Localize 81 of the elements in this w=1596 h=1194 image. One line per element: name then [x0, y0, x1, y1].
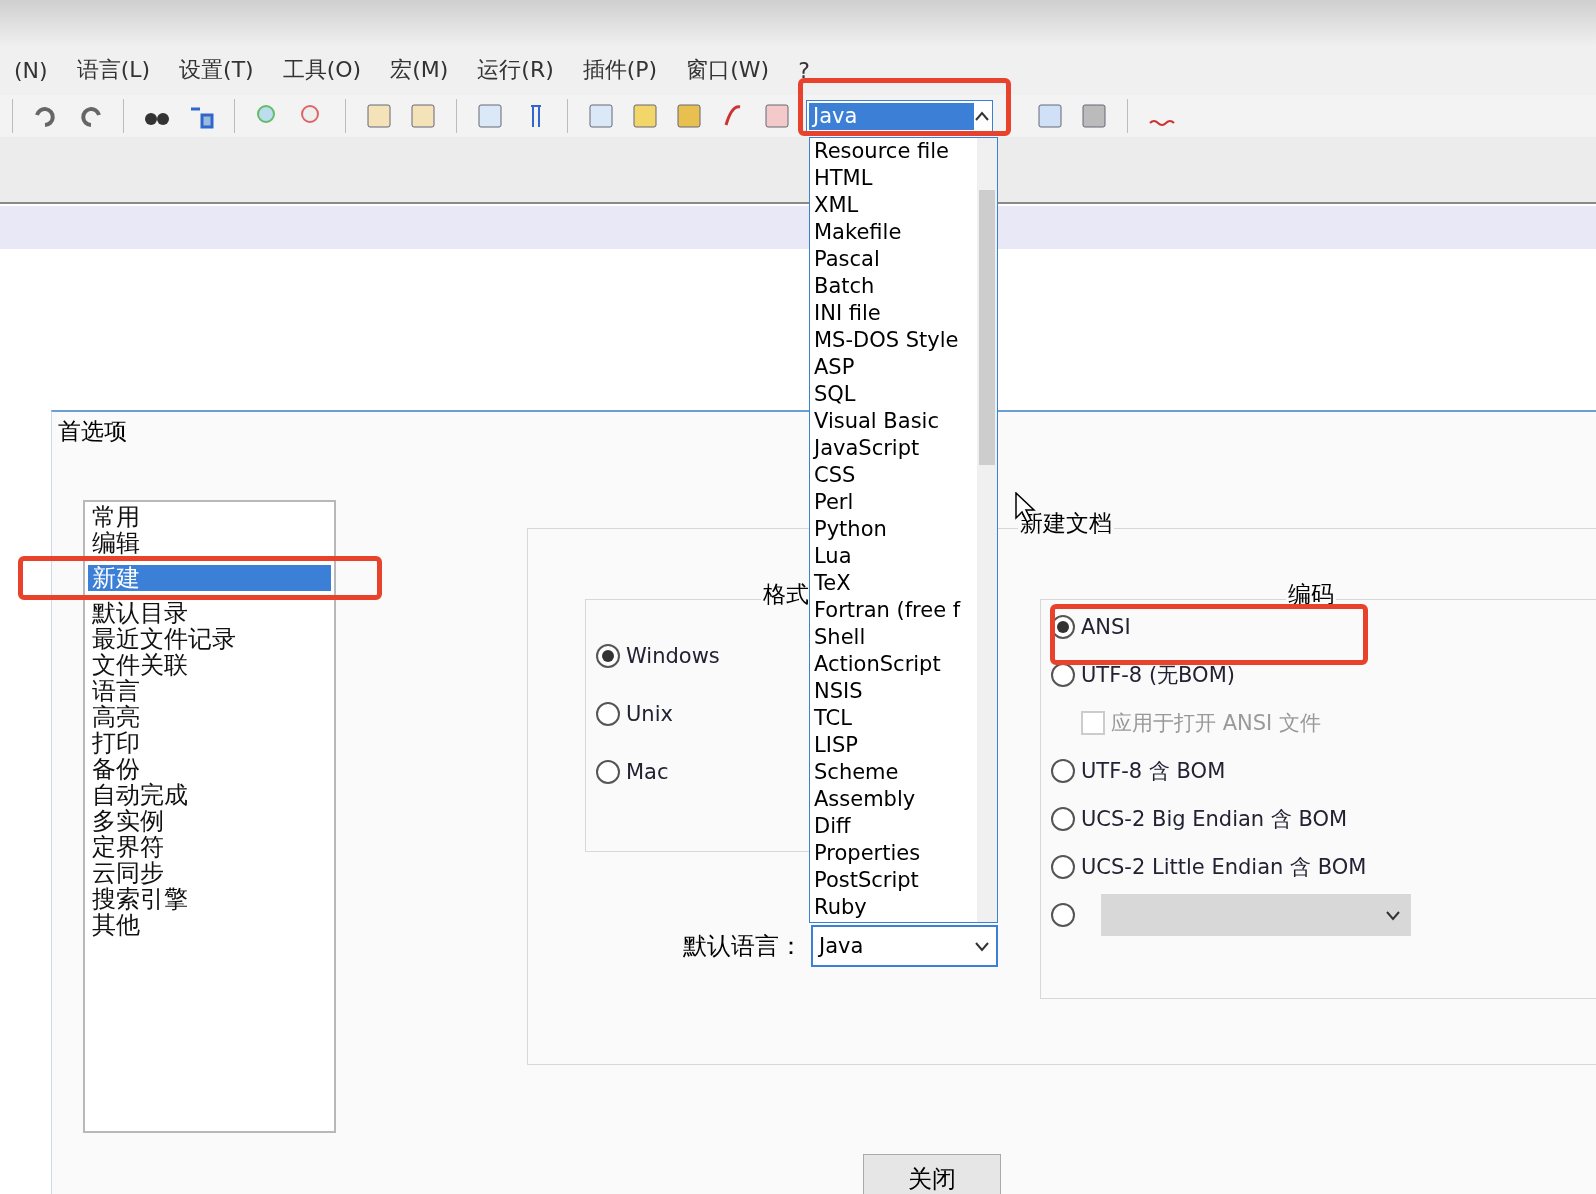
- language-select[interactable]: Java: [811, 925, 998, 967]
- dropdown-item[interactable]: SQL: [814, 381, 977, 408]
- scrollbar[interactable]: [977, 138, 997, 922]
- close-button[interactable]: 关闭: [863, 1154, 1001, 1194]
- option-label: UTF-8 含 BOM: [1081, 758, 1226, 785]
- dropdown-item[interactable]: Lua: [814, 543, 977, 570]
- category-item[interactable]: 语言: [88, 678, 331, 704]
- radio-button[interactable]: [1051, 855, 1075, 879]
- dropdown-item[interactable]: ASP: [814, 354, 977, 381]
- dropdown-item[interactable]: Perl: [814, 489, 977, 516]
- dropdown-item[interactable]: Assembly: [814, 786, 977, 813]
- radio-button[interactable]: [596, 760, 620, 784]
- category-item[interactable]: 最近文件记录: [88, 626, 331, 652]
- dropdown-item[interactable]: TeX: [814, 570, 977, 597]
- category-item[interactable]: 文件关联: [88, 652, 331, 678]
- dropdown-item[interactable]: Scheme: [814, 759, 977, 786]
- chevron-down-icon: [974, 940, 990, 952]
- dropdown-item[interactable]: Ruby: [814, 894, 977, 921]
- dropdown-item[interactable]: LISP: [814, 732, 977, 759]
- option-label: UTF-8 (无BOM): [1081, 662, 1235, 689]
- category-item[interactable]: 新建: [88, 565, 331, 591]
- language-combo[interactable]: Java: [806, 99, 993, 133]
- radio-button[interactable]: [596, 702, 620, 726]
- menu-item[interactable]: 语言(L): [76, 55, 151, 85]
- dropdown-item[interactable]: Python: [814, 516, 977, 543]
- dropdown-item[interactable]: Visual Basic: [814, 408, 977, 435]
- option-label: ANSI: [1081, 615, 1131, 639]
- dropdown-item[interactable]: INI file: [814, 300, 977, 327]
- category-item[interactable]: 默认目录: [88, 600, 331, 626]
- chevron-down-icon: [1385, 909, 1401, 921]
- menu-item[interactable]: 运行(R): [477, 55, 554, 85]
- option-label: UCS-2 Little Endian 含 BOM: [1081, 854, 1367, 881]
- category-item[interactable]: 常用: [88, 504, 331, 530]
- dropdown-item[interactable]: Batch: [814, 273, 977, 300]
- category-item[interactable]: 备份: [88, 756, 331, 782]
- option-label: Unix: [626, 702, 673, 726]
- dialog-title: 首选项: [58, 417, 127, 446]
- menu-item[interactable]: ?: [798, 57, 810, 83]
- category-item[interactable]: 其他: [88, 912, 331, 938]
- radio-button[interactable]: [1051, 663, 1075, 687]
- option-label: Mac: [626, 760, 669, 784]
- category-item[interactable]: 打印: [88, 730, 331, 756]
- dropdown-item[interactable]: TCL: [814, 705, 977, 732]
- option-label: UCS-2 Big Endian 含 BOM: [1081, 806, 1348, 833]
- dropdown-item[interactable]: HTML: [814, 165, 977, 192]
- category-item[interactable]: 搜索引擎: [88, 886, 331, 912]
- radio-button[interactable]: [596, 644, 620, 668]
- dropdown-item[interactable]: NSIS: [814, 678, 977, 705]
- dropdown-item[interactable]: CSS: [814, 462, 977, 489]
- caret-icon: [974, 110, 990, 122]
- dropdown-item[interactable]: PostScript: [814, 867, 977, 894]
- category-item[interactable]: 自动完成: [88, 782, 331, 808]
- radio-button[interactable]: [1051, 759, 1075, 783]
- menu-item[interactable]: 插件(P): [582, 55, 658, 85]
- scroll-thumb[interactable]: [979, 190, 995, 465]
- category-item[interactable]: 定界符: [88, 834, 331, 860]
- dropdown-item[interactable]: ActionScript: [814, 651, 977, 678]
- dropdown-item[interactable]: JavaScript: [814, 435, 977, 462]
- category-item[interactable]: 高亮: [88, 704, 331, 730]
- dropdown-item[interactable]: Makefile: [814, 219, 977, 246]
- menu-item[interactable]: 设置(T): [179, 55, 254, 85]
- category-item[interactable]: 云同步: [88, 860, 331, 886]
- option-label: 应用于打开 ANSI 文件: [1111, 710, 1321, 737]
- dropdown-item[interactable]: MS-DOS Style: [814, 327, 977, 354]
- dropdown-item[interactable]: Fortran (free f: [814, 597, 977, 624]
- menu-item[interactable]: 窗口(W): [686, 55, 770, 85]
- dropdown-item[interactable]: Diff: [814, 813, 977, 840]
- category-item[interactable]: 多实例: [88, 808, 331, 834]
- dropdown-item[interactable]: Pascal: [814, 246, 977, 273]
- field-label: 默认语言：: [683, 931, 803, 962]
- menu-item[interactable]: 工具(O): [282, 55, 362, 85]
- dropdown-item[interactable]: Properties: [814, 840, 977, 867]
- radio-button[interactable]: [1051, 903, 1075, 927]
- dropdown-item[interactable]: Resource file: [814, 138, 977, 165]
- dropdown-item[interactable]: Shell: [814, 624, 977, 651]
- radio-button[interactable]: [1051, 807, 1075, 831]
- category-item[interactable]: 编辑: [88, 530, 331, 556]
- menu-item[interactable]: 宏(M): [390, 55, 449, 85]
- dropdown-item[interactable]: XML: [814, 192, 977, 219]
- menu-item[interactable]: (N): [14, 57, 48, 83]
- option-label: Windows: [626, 644, 720, 668]
